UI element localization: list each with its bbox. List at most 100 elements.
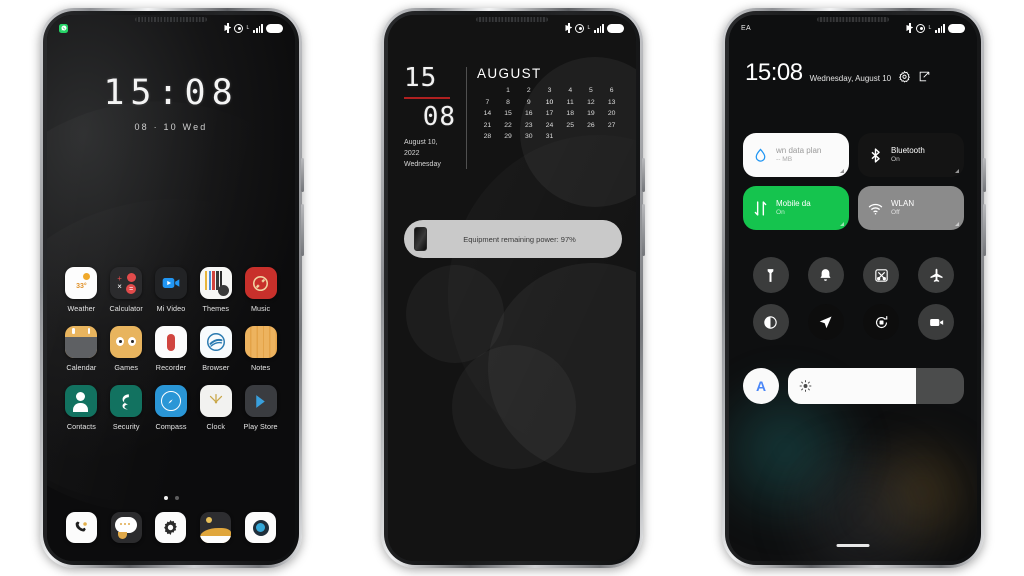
clock-icon (199, 385, 232, 417)
battery-notification[interactable]: Equipment remaining power: 97% (404, 220, 622, 258)
calendar-day[interactable]: 22 (498, 122, 519, 129)
signal-type-label: L (928, 25, 932, 31)
app-compass[interactable]: Compass (149, 385, 194, 431)
app-label: Themes (202, 304, 230, 313)
calendar-day[interactable]: 7 (477, 99, 498, 106)
calendar-day[interactable]: 15 (498, 110, 519, 117)
brightness-slider[interactable] (788, 368, 964, 404)
dock-messages[interactable] (104, 512, 149, 543)
page-dot-active[interactable] (163, 496, 168, 500)
airplane-button[interactable] (918, 257, 955, 293)
dock-settings[interactable] (149, 512, 194, 543)
app-music[interactable]: Music (238, 267, 283, 313)
app-weather[interactable]: 33° Weather (59, 267, 104, 313)
page-indicator[interactable] (47, 496, 295, 500)
signal-icon (935, 23, 945, 33)
app-play-store[interactable]: Play Store (238, 385, 283, 431)
calendar-day[interactable]: 30 (518, 133, 539, 140)
calendar-day[interactable]: 4 (560, 87, 581, 94)
calendar-day-today[interactable]: 10 (539, 99, 560, 106)
app-contacts[interactable]: Contacts (59, 385, 104, 431)
app-calculator[interactable]: + × = Calculator (104, 267, 149, 313)
tile-expand-corner[interactable] (955, 169, 959, 173)
app-notes[interactable]: Notes (238, 326, 283, 372)
calendar-widget[interactable]: 15 08 August 10, 2022 Wednesday AUGUST 1… (404, 65, 622, 171)
data-drop-icon (752, 147, 769, 164)
auto-rotate-button[interactable] (863, 304, 900, 340)
app-grid: 33° Weather + × = Calculator Mi Video Th… (59, 267, 283, 431)
auto-brightness-button[interactable]: A (743, 368, 779, 404)
power-button[interactable] (301, 158, 304, 192)
screenshot-button[interactable] (863, 257, 900, 293)
calendar-day[interactable]: 20 (601, 110, 622, 117)
page-dot[interactable] (174, 496, 179, 500)
power-button[interactable] (642, 158, 645, 192)
tile-title: Mobile da (776, 198, 811, 208)
play-store-icon (244, 385, 277, 417)
calendar-day[interactable]: 23 (518, 122, 539, 129)
calendar-day[interactable]: 12 (581, 99, 602, 106)
tile-expand-corner[interactable] (955, 222, 959, 226)
dock-gallery[interactable] (193, 512, 238, 543)
app-browser[interactable]: Browser (193, 326, 238, 372)
calendar-day[interactable]: 2 (518, 87, 539, 94)
dock-camera[interactable] (238, 512, 283, 543)
calendar-day[interactable]: 18 (560, 110, 581, 117)
mobile-data-icon (752, 200, 769, 217)
screen-record-button[interactable] (918, 304, 955, 340)
calendar-day[interactable]: 24 (539, 122, 560, 129)
calendar-day[interactable]: 11 (560, 99, 581, 106)
calendar-day[interactable]: 14 (477, 110, 498, 117)
app-themes[interactable]: Themes (193, 267, 238, 313)
drag-handle[interactable] (836, 543, 870, 547)
gear-icon[interactable] (898, 70, 911, 83)
calendar-day[interactable]: 9 (518, 99, 539, 106)
data-plan-tile[interactable]: wn data plan -- MB (743, 133, 849, 177)
location-button[interactable] (807, 304, 844, 340)
app-recorder[interactable]: Recorder (149, 326, 194, 372)
calendar-day[interactable]: 25 (560, 122, 581, 129)
calendar-day[interactable]: 17 (539, 110, 560, 117)
edit-icon[interactable] (918, 70, 931, 83)
app-label: Weather (67, 304, 96, 313)
dark-mode-button[interactable] (752, 304, 789, 340)
mobile-data-tile[interactable]: Mobile da On (743, 186, 849, 230)
calendar-day[interactable]: 5 (581, 87, 602, 94)
app-games[interactable]: Games (104, 326, 149, 372)
calendar-day[interactable]: 13 (601, 99, 622, 106)
calendar-day[interactable]: 28 (477, 133, 498, 140)
dock-phone[interactable] (59, 512, 104, 543)
calendar-day[interactable]: 26 (581, 122, 602, 129)
calendar-day[interactable]: 31 (539, 133, 560, 140)
app-mi-video[interactable]: Mi Video (149, 267, 194, 313)
bluetooth-icon (224, 23, 231, 33)
tile-expand-corner[interactable] (840, 222, 844, 226)
themes-icon (199, 267, 232, 299)
calendar-day[interactable]: 3 (539, 87, 560, 94)
bluetooth-tile[interactable]: Bluetooth On (858, 133, 964, 177)
flashlight-button[interactable] (752, 257, 789, 293)
calendar-day[interactable]: 6 (601, 87, 622, 94)
calendar-day[interactable]: 16 (518, 110, 539, 117)
app-security[interactable]: Security (104, 385, 149, 431)
volume-button[interactable] (642, 204, 645, 256)
calendar-day[interactable]: 27 (601, 122, 622, 129)
ringer-button[interactable] (807, 257, 844, 293)
tile-expand-corner[interactable] (840, 169, 844, 173)
calendar-day[interactable]: 8 (498, 99, 519, 106)
power-button[interactable] (983, 158, 986, 192)
calendar-day[interactable]: 29 (498, 133, 519, 140)
volume-button[interactable] (983, 204, 986, 256)
signal-type-label: L (246, 25, 250, 31)
tile-subtitle: Off (891, 208, 900, 216)
calendar-day[interactable]: 1 (498, 87, 519, 94)
volume-button[interactable] (301, 204, 304, 256)
wlan-tile[interactable]: WLAN Off (858, 186, 964, 230)
app-calendar[interactable]: Calendar (59, 326, 104, 372)
earpiece-speaker (476, 17, 548, 22)
calendar-grid[interactable]: 1 2 3 4 5 6 7 8 9 10 11 12 13 14 15 16 17 18 19 20 21 22 23 24 2… (477, 87, 622, 140)
carrier-label: EA (741, 24, 751, 32)
calendar-day[interactable]: 21 (477, 122, 498, 129)
calendar-day[interactable]: 19 (581, 110, 602, 117)
app-clock[interactable]: Clock (193, 385, 238, 431)
